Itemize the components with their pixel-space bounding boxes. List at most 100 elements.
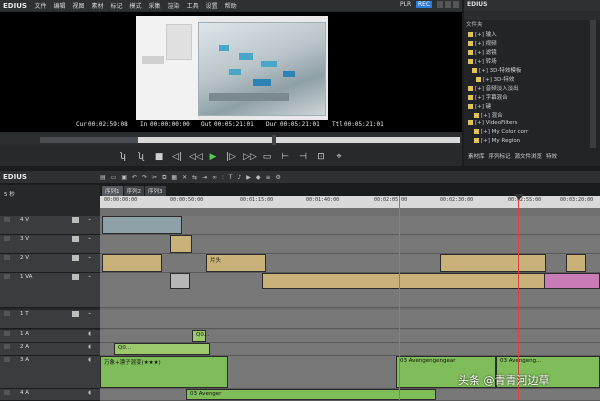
cut-icon[interactable]: ✂ (152, 174, 157, 181)
sync-icon[interactable]: ⌁ (88, 311, 91, 317)
tree-item[interactable]: [+] My Region (474, 138, 520, 144)
menu-edit[interactable]: 编辑 (50, 1, 69, 10)
set-out-button[interactable]: ʯ (135, 152, 147, 162)
bin-scrollbar[interactable] (590, 20, 596, 148)
tree-item[interactable]: [+] 滤镜 (468, 48, 497, 56)
timeline-clip[interactable] (544, 273, 600, 289)
open-icon[interactable]: ▭ (111, 174, 117, 181)
timeline-clip[interactable] (566, 254, 586, 272)
playhead-marker-icon[interactable] (514, 194, 524, 200)
next-frame-button[interactable]: |▷ (225, 152, 237, 162)
insert-button[interactable]: ⊢ (279, 152, 291, 162)
sync-icon[interactable]: ⌁ (88, 255, 91, 261)
tree-item[interactable]: [+] 音频淡入淡出 (468, 84, 519, 92)
close-icon[interactable] (453, 1, 459, 8)
tree-item[interactable]: [+] 键 (468, 102, 491, 110)
track-lane-2v[interactable]: 片头 (100, 254, 600, 273)
sync-icon[interactable]: ⌁ (88, 274, 91, 280)
track-header-2a[interactable]: 2 A ◖ (0, 343, 100, 356)
track-lane-1t[interactable] (100, 310, 600, 329)
timeline-clip[interactable] (262, 273, 546, 289)
menu-clip[interactable]: 素材 (88, 1, 107, 10)
tab-bin[interactable]: 素材库 (468, 152, 485, 162)
menu-settings[interactable]: 设置 (202, 1, 221, 10)
track-lane-4a[interactable]: 03 Avenger (100, 389, 600, 401)
menu-tools[interactable]: 工具 (183, 1, 202, 10)
lock-icon[interactable] (4, 311, 10, 316)
tree-item[interactable]: [+] 混合 (474, 111, 503, 119)
scrub-handle[interactable] (272, 135, 276, 145)
tree-item[interactable]: [+] 字幕混合 (468, 93, 508, 101)
tab-sequence-markers[interactable]: 序列标记 (489, 152, 511, 162)
menu-file[interactable]: 文件 (31, 1, 50, 10)
timeline-clip[interactable] (170, 235, 192, 253)
tree-item[interactable]: [+] 输入 (468, 30, 497, 38)
timeline-clip[interactable] (440, 254, 546, 272)
track-header-3a[interactable]: 3 A ◖ (0, 356, 100, 389)
tree-item[interactable]: [+] My Color corr (474, 129, 528, 135)
split-icon[interactable]: ⫶ (222, 174, 224, 182)
copy-icon[interactable]: ⧉ (162, 174, 166, 182)
track-lane-2a[interactable]: Q0... (100, 343, 600, 356)
timeline-clip[interactable] (102, 216, 182, 234)
track-lane-4v[interactable] (100, 216, 600, 235)
tab-sequence-1[interactable]: 序列1 (102, 186, 123, 196)
track-header-2v[interactable]: 2 V ⌁ (0, 254, 100, 273)
timeline-clip[interactable]: 万象+漂子混变(★★★) (100, 356, 228, 388)
track-header-3v[interactable]: 3 V ⌁ (0, 235, 100, 254)
lock-icon[interactable] (4, 255, 10, 260)
rewind-button[interactable]: ◁◁ (189, 152, 203, 162)
overwrite-button[interactable]: ⊣ (297, 152, 309, 162)
timeline-clip[interactable]: Q0... (192, 330, 209, 342)
track-header-1a[interactable]: 1 A ◖ (0, 330, 100, 343)
stop-button[interactable]: ■ (153, 152, 165, 162)
menu-mode[interactable]: 模式 (126, 1, 145, 10)
video-toggle-icon[interactable] (72, 217, 79, 223)
track-header-1va[interactable]: 1 VA ⌁ (0, 273, 100, 308)
mic-icon[interactable]: ♪ (237, 174, 241, 181)
undo-icon[interactable]: ↶ (132, 174, 137, 181)
paste-icon[interactable]: ▦ (171, 174, 177, 181)
track-header-4a[interactable]: 4 A ◖ (0, 389, 100, 401)
tree-item[interactable]: [+] VideoFilters (468, 120, 518, 126)
tab-sequence-3[interactable]: 序列3 (145, 186, 166, 196)
tab-source-browser[interactable]: 源文件浏览 (515, 152, 543, 162)
menu-render[interactable]: 渲染 (164, 1, 183, 10)
tab-sequence-2[interactable]: 序列2 (123, 186, 144, 196)
speaker-icon[interactable]: ◖ (88, 357, 91, 363)
menu-help[interactable]: 帮助 (221, 1, 240, 10)
snap-icon[interactable]: ⇥ (202, 174, 207, 181)
maximize-icon[interactable] (445, 1, 451, 8)
track-lane-3v[interactable] (100, 235, 600, 254)
track-lane-1a[interactable]: Q0... (100, 330, 600, 343)
timeline-clip[interactable] (170, 273, 190, 289)
video-toggle-icon[interactable] (72, 274, 79, 280)
marker-icon[interactable]: ◆ (256, 174, 261, 181)
menu-capture[interactable]: 采集 (145, 1, 164, 10)
tree-item[interactable]: [+] 视频 (468, 39, 497, 47)
video-toggle-icon[interactable] (72, 236, 79, 242)
tree-item[interactable]: [+] 转场 (468, 57, 497, 65)
timeline-clip[interactable]: 片头 (206, 254, 266, 272)
plr-toggle[interactable]: PLR (400, 1, 411, 8)
play-button[interactable]: ▶ (207, 152, 219, 162)
lock-icon[interactable] (4, 274, 10, 279)
set-in-button[interactable]: ʮ (117, 152, 129, 162)
zoom-level[interactable]: 5 秒 (4, 190, 15, 198)
timeline-clip[interactable] (102, 254, 162, 272)
speaker-icon[interactable]: ◖ (88, 390, 91, 396)
track-lane-1va[interactable] (100, 273, 600, 308)
lock-icon[interactable] (4, 344, 10, 349)
minimize-icon[interactable] (437, 1, 443, 8)
render-icon[interactable]: ▶ (246, 174, 251, 181)
speaker-icon[interactable]: ◖ (88, 344, 91, 350)
title-toggle-icon[interactable] (72, 311, 79, 317)
link-icon[interactable]: ∞ (212, 174, 217, 181)
menu-marker[interactable]: 标记 (107, 1, 126, 10)
new-sequence-icon[interactable]: ▤ (100, 174, 106, 181)
settings-icon[interactable]: ⚙ (275, 174, 280, 181)
menu-view[interactable]: 视图 (69, 1, 88, 10)
timeline-clip[interactable]: Q0... (114, 343, 210, 355)
redo-icon[interactable]: ↷ (142, 174, 147, 181)
ripple-icon[interactable]: ⇆ (192, 174, 197, 181)
